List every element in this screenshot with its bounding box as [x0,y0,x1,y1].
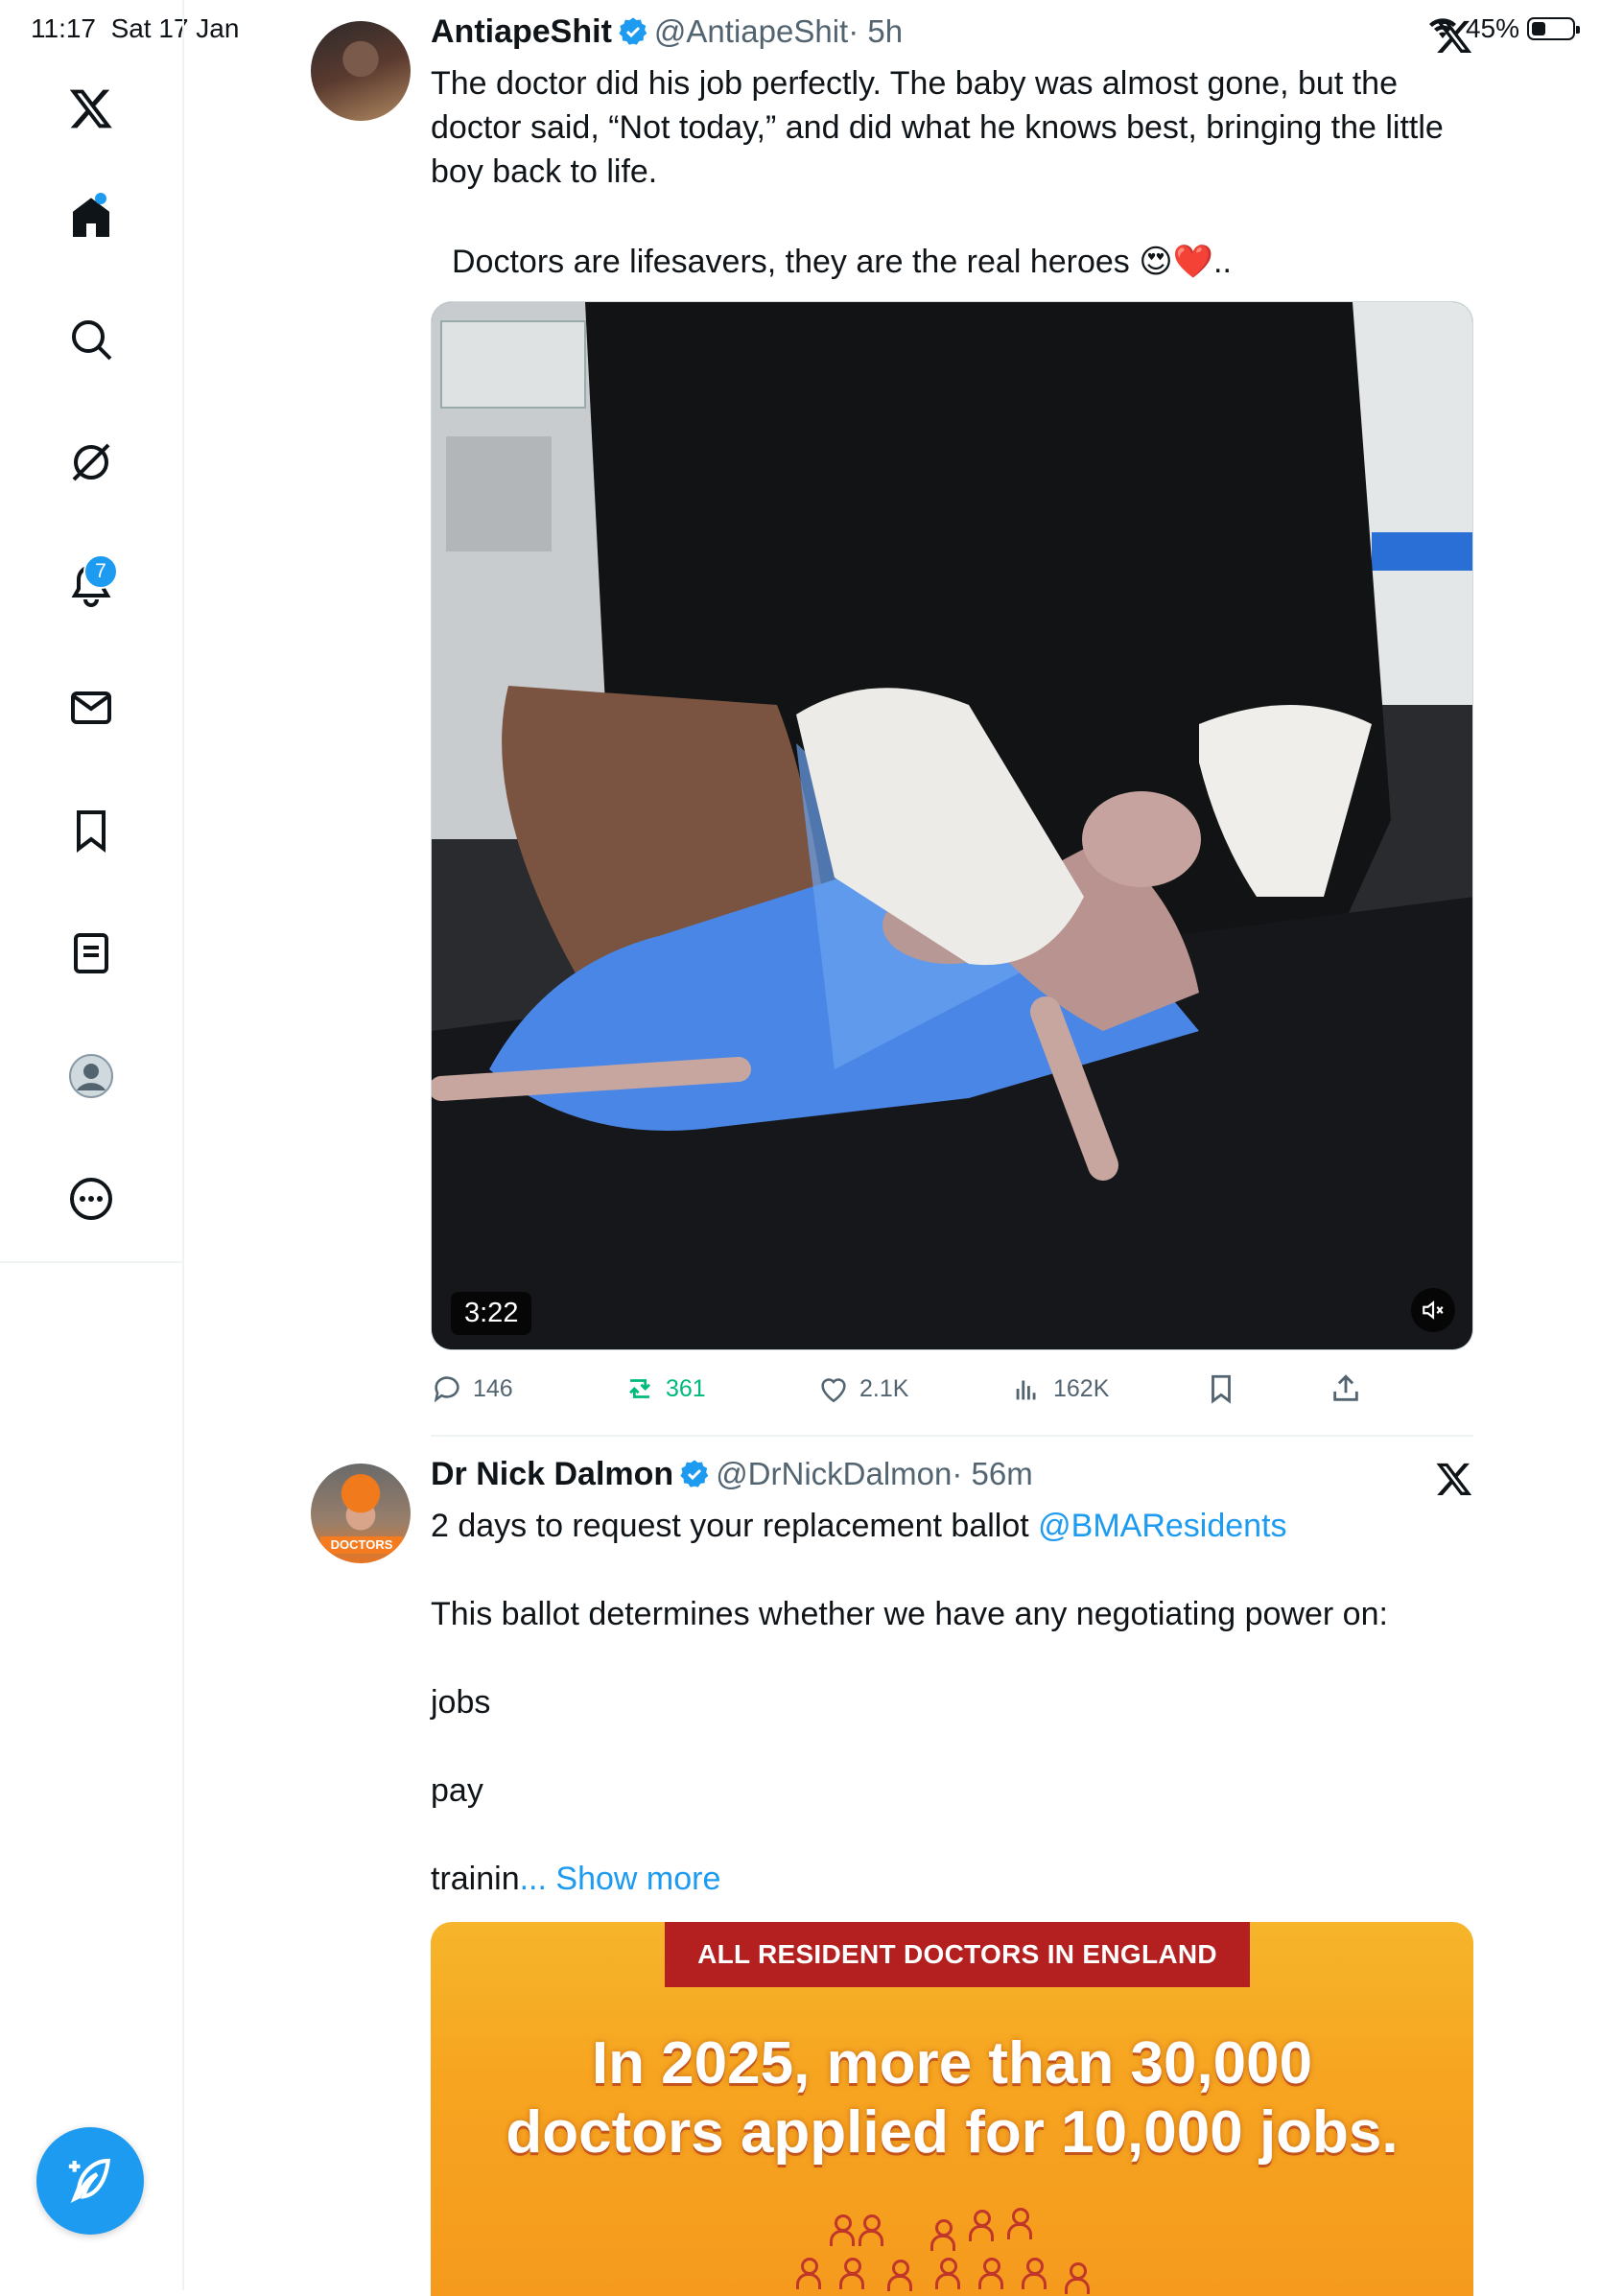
video-frame [432,302,1472,1349]
notifications-bell-icon[interactable]: 7 [43,537,139,633]
card-headline: In 2025, more than 30,000 doctors applie… [506,2030,1399,2166]
tweet2-display-name[interactable]: Dr Nick Dalmon [431,1456,673,1492]
avatar-sign-text: DOCTORS [320,1536,403,1554]
reply-button[interactable]: 146 [431,1368,513,1410]
views-bar-chart-icon [1016,1380,1036,1400]
verified-badge-icon [619,17,647,45]
mention-link[interactable]: @BMAResidents [1038,1508,1286,1544]
repost-button[interactable]: 361 [624,1368,706,1410]
show-more-link[interactable]: ... Show more [520,1861,721,1897]
profile-avatar-icon[interactable] [43,1028,139,1124]
tweet2-avatar[interactable]: DOCTORS [311,1464,411,1563]
views-count: 162K [1053,1374,1110,1402]
tweet2-text-line5: trainin... Show more [431,1861,721,1897]
tweet-divider [431,1435,1473,1437]
home-icon[interactable] [43,170,139,266]
tweet2-image-card[interactable]: ALL RESIDENT DOCTORS IN ENGLAND In 2025,… [431,1922,1473,2296]
bookmark-button[interactable] [1205,1368,1237,1410]
reply-count: 146 [473,1374,513,1402]
mute-button[interactable] [1411,1288,1455,1332]
home-unread-dot [95,193,106,204]
like-button[interactable]: 2.1K [817,1368,908,1410]
repost-icon [629,1379,650,1398]
video-duration: 3:22 [451,1292,532,1335]
tweet1-avatar[interactable] [311,21,411,121]
tweet2-text-line2: This ballot determines whether we have a… [431,1596,1388,1632]
lists-icon[interactable] [43,905,139,1001]
sidebar-divider [0,1261,184,1263]
battery-percentage: 45% [1465,13,1519,43]
tweet2-time[interactable]: · 56m [952,1456,1032,1491]
search-icon[interactable] [43,292,139,387]
reply-icon [434,1376,459,1403]
tweet2-text-line3: jobs [431,1684,491,1721]
tweet1-header: AntiapeShit @AntiapeShit· 5h [431,13,903,51]
tweet1-handle[interactable]: @AntiapeShit [654,13,848,49]
speaker-muted-icon [1423,1300,1444,1320]
tweet1-x-icon[interactable] [1435,17,1473,56]
tweet2-handle[interactable]: @DrNickDalmon [716,1456,952,1491]
verified-badge-icon [680,1460,709,1488]
battery-icon [1527,17,1580,40]
more-options-icon[interactable] [43,1151,139,1247]
notification-count-badge: 7 [83,554,118,589]
bookmark-icon [1212,1374,1231,1404]
tweet1-text-2: Doctors are lifesavers, they are the rea… [452,244,1232,280]
tweet2-text-line1: 2 days to request your replacement ballo… [431,1508,1287,1544]
tweet1-time[interactable]: · 5h [848,13,903,49]
views-button[interactable]: 162K [1011,1368,1109,1410]
bookmarks-icon[interactable] [43,783,139,879]
card-banner: ALL RESIDENT DOCTORS IN ENGLAND [665,1922,1250,1987]
feather-plus-icon [68,2158,111,2204]
x-logo-icon[interactable] [43,60,139,156]
messages-icon[interactable] [43,660,139,756]
compose-post-button[interactable] [36,2127,144,2235]
like-count: 2.1K [859,1374,909,1402]
tweet2-header: Dr Nick Dalmon @DrNickDalmon· 56m [431,1456,1033,1493]
tweet2-x-icon[interactable] [1435,1460,1473,1498]
repost-count: 361 [666,1374,706,1402]
tweet1-video[interactable] [431,301,1473,1350]
tweet1-display-name[interactable]: AntiapeShit [431,13,612,50]
share-button[interactable] [1329,1368,1362,1410]
grok-icon[interactable] [43,414,139,510]
share-icon [1333,1374,1358,1401]
heart-icon [821,1378,846,1403]
tweet2-text-line4: pay [431,1772,483,1809]
tweet1-text: The doctor did his job perfectly. The ba… [431,65,1453,190]
